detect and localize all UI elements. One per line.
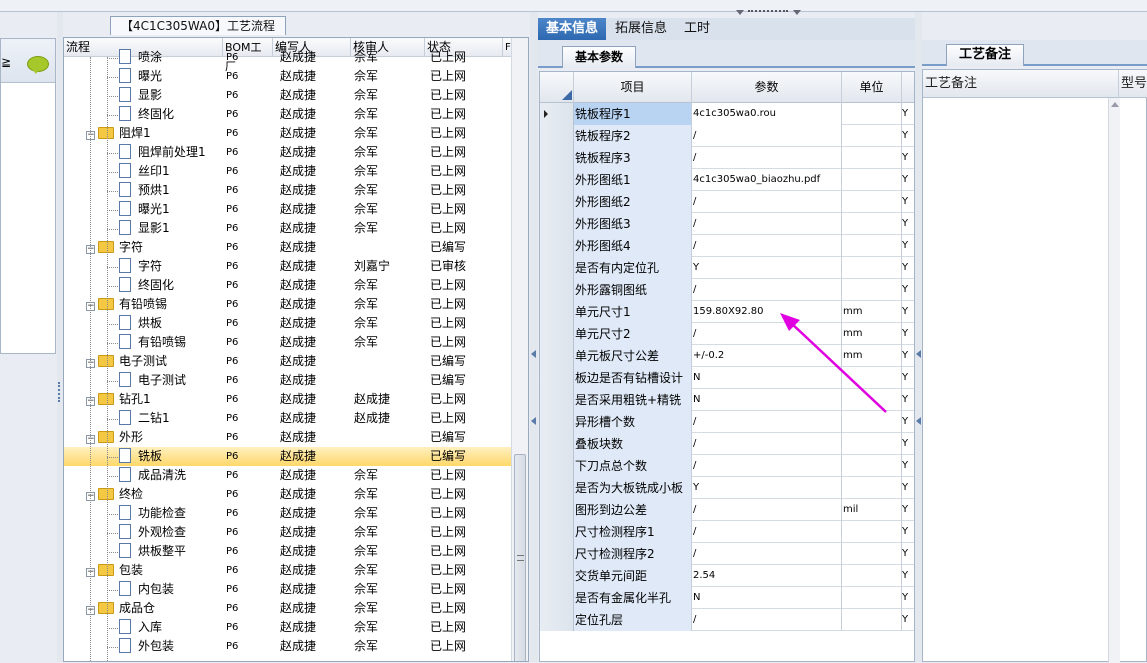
annotation-arrow: [780, 313, 887, 413]
annotation-arrow-line: [789, 321, 887, 413]
